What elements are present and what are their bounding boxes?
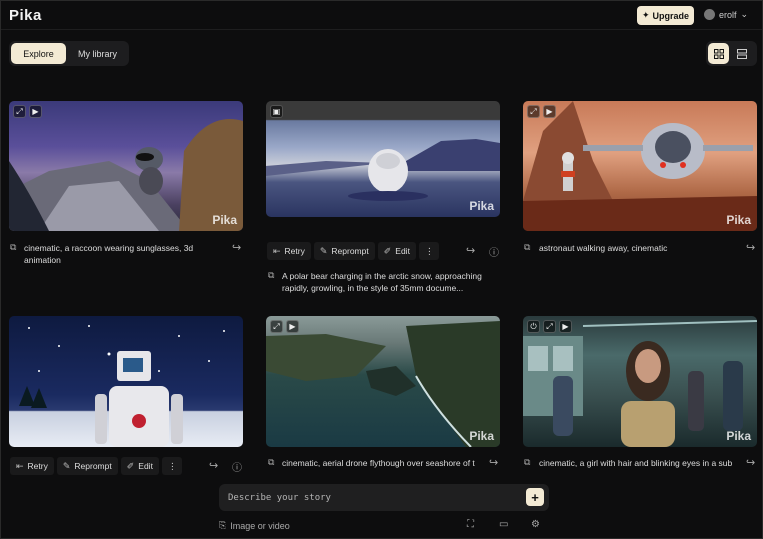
prompt-bar: + [219, 484, 549, 511]
copy-icon[interactable]: ⧉ [10, 242, 16, 253]
video-caption: cinematic, a girl with hair and blinking… [539, 458, 733, 468]
sparkle-icon: ✦ [641, 10, 650, 20]
copy-icon[interactable]: ⧉ [524, 242, 530, 253]
share-icon[interactable]: ↪ [232, 241, 241, 254]
video-thumbnail[interactable]: ⤢ ▶ Pika [266, 316, 500, 447]
retry-label: Retry [284, 246, 305, 256]
wand-icon: ✐ [383, 245, 392, 256]
more-button[interactable]: ⋮ [161, 457, 183, 475]
grid-view-icon[interactable] [708, 43, 729, 64]
edit-label: Edit [138, 461, 153, 471]
avatar [704, 9, 715, 20]
video-thumbnail[interactable]: ▣ Pika [266, 101, 500, 217]
reprompt-label: Reprompt [74, 461, 112, 471]
copy-icon[interactable]: ⧉ [524, 457, 530, 468]
pika-watermark: Pika [726, 213, 751, 227]
settings-sliders-icon[interactable]: ⚙ [531, 519, 540, 530]
video-icon[interactable]: ▶ [29, 105, 42, 118]
tab-bar: Explore My library [9, 41, 129, 66]
camera-icon[interactable]: ▭ [499, 519, 508, 530]
thumbnail-overlay: ⤢ ▶ [527, 105, 556, 118]
video-thumbnail[interactable]: ⤢ ▶ Pika [523, 101, 757, 231]
pencil-icon: ✎ [319, 245, 328, 256]
user-menu[interactable]: erolf ⌄ [704, 9, 748, 20]
video-caption: cinematic, aerial drone flythough over s… [282, 458, 475, 468]
thumbnail-overlay: ⏻ ⤢ ▶ [527, 320, 572, 333]
video-icon[interactable]: ▶ [286, 320, 299, 333]
reprompt-label: Reprompt [331, 246, 369, 256]
plus-icon: + [531, 489, 539, 505]
pika-watermark: Pika [469, 429, 494, 443]
user-name: erolf [719, 9, 737, 20]
tab-my-library[interactable]: My library [68, 43, 127, 64]
pencil-icon: ✎ [62, 460, 71, 471]
video-thumbnail[interactable]: ⤢ ▶ Pika [9, 101, 243, 231]
view-switch [706, 41, 757, 66]
story-input[interactable] [228, 490, 508, 505]
video-caption: A polar bear charging in the arctic snow… [282, 271, 482, 293]
share-icon[interactable]: ↪ [209, 459, 218, 472]
share-icon[interactable]: ↪ [746, 456, 755, 469]
more-icon: ⋮ [424, 245, 434, 256]
expand-icon[interactable]: ⤢ [527, 105, 540, 118]
app-window: Pika ✦ Upgrade erolf ⌄ Explore My librar… [0, 0, 763, 539]
wand-icon: ✐ [126, 460, 135, 471]
video-icon[interactable]: ▶ [543, 105, 556, 118]
share-icon[interactable]: ↪ [746, 241, 755, 254]
retry-button[interactable]: ⇤ Retry [10, 457, 54, 475]
thumbnail-overlay: ⤢ ▶ [270, 320, 299, 333]
generate-button[interactable]: + [526, 488, 544, 506]
upgrade-button[interactable]: ✦ Upgrade [637, 6, 694, 25]
pika-watermark: Pika [726, 429, 751, 443]
tab-explore[interactable]: Explore [11, 43, 67, 64]
power-icon[interactable]: ⏻ [527, 320, 540, 333]
image-or-video-label: Image or video [230, 520, 290, 531]
paperclip-icon: ⎘ [219, 520, 227, 530]
pika-watermark: Pika [469, 199, 494, 213]
pika-watermark: Pika [212, 213, 237, 227]
thumbnail-overlay: ⤢ ▶ [13, 105, 42, 118]
expand-icon[interactable]: ⤢ [270, 320, 283, 333]
list-view-icon[interactable] [731, 43, 752, 64]
expand-icon[interactable]: ⤢ [543, 320, 556, 333]
image-or-video-button[interactable]: ⎘ Image or video [219, 520, 290, 531]
copy-icon[interactable]: ⧉ [268, 457, 274, 468]
image-icon[interactable]: ▣ [270, 105, 283, 118]
aspect-ratio-icon[interactable]: ⛶ [467, 519, 474, 530]
video-caption: astronaut walking away, cinematic [539, 243, 668, 253]
retry-button[interactable]: ⇤ Retry [267, 242, 311, 260]
edit-label: Edit [395, 246, 410, 256]
action-row: ⇤ Retry ✎ Reprompt ✐ Edit ⋮ [267, 242, 440, 260]
action-row: ⇤ Retry ✎ Reprompt ✐ Edit ⋮ [10, 457, 183, 475]
retry-icon: ⇤ [273, 245, 281, 256]
more-icon: ⋮ [167, 460, 177, 471]
chevron-down-icon: ⌄ [740, 9, 749, 19]
copy-icon[interactable]: ⧉ [268, 270, 274, 281]
info-icon[interactable]: ⓘ [489, 244, 499, 259]
retry-icon: ⇤ [16, 460, 24, 471]
more-button[interactable]: ⋮ [418, 242, 440, 260]
retry-label: Retry [27, 461, 48, 471]
video-icon[interactable]: ▶ [559, 320, 572, 333]
video-caption: cinematic, a raccoon wearing sunglasses,… [24, 243, 194, 265]
share-icon[interactable]: ↪ [466, 244, 475, 257]
video-thumbnail[interactable] [9, 316, 243, 447]
share-icon[interactable]: ↪ [489, 456, 498, 469]
reprompt-button[interactable]: ✎ Reprompt [313, 242, 375, 260]
expand-icon[interactable]: ⤢ [13, 105, 26, 118]
edit-button[interactable]: ✐ Edit [120, 457, 159, 475]
thumbnail-overlay: ▣ [270, 105, 283, 118]
video-thumbnail[interactable]: ⏻ ⤢ ▶ Pika [523, 316, 757, 447]
edit-button[interactable]: ✐ Edit [377, 242, 416, 260]
logo[interactable]: Pika [9, 7, 42, 24]
upgrade-label: Upgrade [652, 10, 690, 21]
header-divider [1, 29, 762, 30]
info-icon[interactable]: ⓘ [232, 459, 242, 474]
reprompt-button[interactable]: ✎ Reprompt [56, 457, 118, 475]
